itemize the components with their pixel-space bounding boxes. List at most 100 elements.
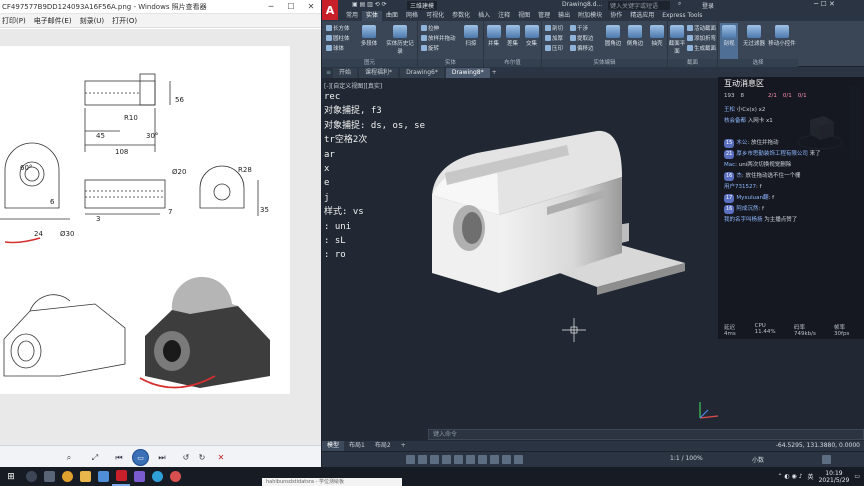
tab-express-tools[interactable]: Express Tools bbox=[658, 11, 706, 21]
polysolid-button[interactable]: 多段体 bbox=[358, 23, 380, 47]
tab-manage[interactable]: 管理 bbox=[534, 11, 554, 21]
tab-addins[interactable]: 附加模块 bbox=[574, 11, 606, 21]
chrome-icon[interactable] bbox=[58, 467, 76, 486]
selection-cycle-icon[interactable] bbox=[502, 455, 511, 464]
start-button[interactable]: ⊞ bbox=[0, 467, 22, 486]
extrude-button[interactable]: 拉伸 bbox=[421, 24, 439, 32]
imprint-button[interactable]: 压印 bbox=[545, 44, 563, 52]
shell-button[interactable]: 抽壳 bbox=[646, 23, 668, 47]
window-controls[interactable]: ─ ☐ ✕ bbox=[814, 0, 835, 8]
file-explorer-icon[interactable] bbox=[76, 467, 94, 486]
maximize-button[interactable]: ☐ bbox=[281, 0, 301, 14]
app-icon[interactable] bbox=[94, 467, 112, 486]
close-button[interactable]: ✕ bbox=[301, 0, 321, 14]
tab-surface[interactable]: 曲面 bbox=[382, 11, 402, 21]
doc-tab-drawing6[interactable]: Drawing6* bbox=[400, 67, 444, 78]
tab-home[interactable]: 常用 bbox=[342, 11, 362, 21]
add-layout-icon[interactable]: + bbox=[396, 441, 411, 451]
rotate-right-icon[interactable]: ↻ bbox=[196, 451, 208, 464]
ortho-icon[interactable] bbox=[430, 455, 439, 464]
media-icon[interactable] bbox=[148, 467, 166, 486]
slideshow-button[interactable]: ▭ bbox=[132, 449, 149, 466]
no-filter-button[interactable]: 无过滤器 bbox=[740, 23, 768, 47]
actual-size-icon[interactable]: ⤢ bbox=[89, 451, 101, 464]
app-menu-button[interactable]: A bbox=[322, 0, 338, 20]
tab-parametric[interactable]: 参数化 bbox=[448, 11, 474, 21]
sphere-button[interactable]: 球体 bbox=[326, 44, 344, 52]
otrack-icon[interactable] bbox=[466, 455, 475, 464]
user-login[interactable]: 登录 bbox=[702, 1, 714, 10]
chamfer-edge-button[interactable]: 倒角边 bbox=[624, 23, 646, 47]
tab-visualize[interactable]: 可视化 bbox=[422, 11, 448, 21]
add-jog-button[interactable]: 添加折弯 bbox=[687, 34, 716, 42]
doc-tab-start[interactable]: 开始 bbox=[333, 67, 358, 78]
move-gizmo-button[interactable]: 移动小控件 bbox=[768, 23, 796, 47]
clock[interactable]: 10:19 2021/5/29 bbox=[819, 470, 850, 484]
live-section-button[interactable]: 活动截面 bbox=[687, 24, 716, 32]
tab-mesh[interactable]: 网格 bbox=[402, 11, 422, 21]
section-plane-button[interactable]: 截面平面 bbox=[668, 23, 686, 55]
solid-history-button[interactable]: 实体历史记录 bbox=[384, 23, 416, 55]
menu-burn[interactable]: 刻录(U) bbox=[80, 16, 105, 26]
customize-icon[interactable] bbox=[822, 455, 831, 464]
search-icon[interactable] bbox=[22, 467, 40, 486]
grid-icon[interactable] bbox=[406, 455, 415, 464]
command-input[interactable]: 键入命令 bbox=[428, 429, 864, 440]
menu-print[interactable]: 打印(P) bbox=[2, 16, 26, 26]
menu-icon[interactable]: ≡ bbox=[326, 69, 331, 76]
previous-icon[interactable]: ⏮ bbox=[113, 451, 125, 464]
osnap-icon[interactable] bbox=[454, 455, 463, 464]
transparency-icon[interactable] bbox=[490, 455, 499, 464]
tab-solid[interactable]: 实体 bbox=[362, 11, 383, 21]
polar-icon[interactable] bbox=[442, 455, 451, 464]
cylinder-button[interactable]: 圆柱体 bbox=[326, 34, 350, 42]
revolve-button[interactable]: 旋转 bbox=[421, 44, 439, 52]
tab-output[interactable]: 输出 bbox=[554, 11, 574, 21]
section-view-button[interactable]: 剖视 bbox=[720, 23, 738, 59]
3d-solid-model[interactable] bbox=[417, 123, 697, 303]
extract-edges-button[interactable]: 提取边 bbox=[570, 34, 594, 42]
fillet-edge-button[interactable]: 圆角边 bbox=[602, 23, 624, 47]
delete-icon[interactable]: ✕ bbox=[215, 451, 227, 464]
quick-access-icons[interactable]: ▣ ▤ ▥ ⟲ ⟳ bbox=[352, 1, 387, 8]
snap-icon[interactable] bbox=[418, 455, 427, 464]
box-button[interactable]: 长方体 bbox=[326, 24, 350, 32]
presspull-button[interactable]: 放样并拖动 bbox=[421, 34, 456, 42]
intersect-button[interactable]: 交集 bbox=[522, 23, 541, 47]
lineweight-icon[interactable] bbox=[478, 455, 487, 464]
thicken-button[interactable]: 加厚 bbox=[545, 34, 563, 42]
zoom-icon[interactable]: ⌕ bbox=[62, 451, 76, 464]
offset-edge-button[interactable]: 偏移边 bbox=[570, 44, 594, 52]
3d-osnap-icon[interactable] bbox=[514, 455, 523, 464]
viewport-label[interactable]: [-][自定义视图][真实] bbox=[324, 81, 382, 90]
notification-icon[interactable]: ▭ bbox=[854, 473, 860, 480]
search-input[interactable]: 键入关键字或短语 bbox=[608, 1, 670, 10]
recorder-icon[interactable] bbox=[166, 467, 184, 486]
photos-icon[interactable] bbox=[130, 467, 148, 486]
union-button[interactable]: 并集 bbox=[484, 23, 503, 47]
tab-featured-apps[interactable]: 精选应用 bbox=[626, 11, 658, 21]
units-select[interactable]: 小数 bbox=[752, 455, 764, 464]
subtract-button[interactable]: 差集 bbox=[503, 23, 522, 47]
layout-tab-model[interactable]: 模型 bbox=[322, 441, 345, 451]
doc-tab-drawing8[interactable]: Drawing8* bbox=[445, 67, 490, 78]
new-tab-icon[interactable]: + bbox=[492, 69, 497, 76]
slice-button[interactable]: 剖切 bbox=[545, 24, 563, 32]
sweep-button[interactable]: 扫掠 bbox=[460, 23, 482, 47]
language-indicator[interactable]: 英 bbox=[808, 472, 814, 481]
workspace-select[interactable]: 三维建模 bbox=[407, 1, 438, 10]
rotate-left-icon[interactable]: ↺ bbox=[180, 451, 192, 464]
tab-annotate[interactable]: 注释 bbox=[494, 11, 514, 21]
doc-tab-course[interactable]: 课程福利* bbox=[359, 67, 399, 78]
task-view-icon[interactable] bbox=[40, 467, 58, 486]
minimize-button[interactable]: ─ bbox=[261, 0, 281, 14]
menu-email[interactable]: 电子邮件(E) bbox=[34, 16, 72, 26]
menu-open[interactable]: 打开(O) bbox=[112, 16, 137, 26]
tab-collaborate[interactable]: 协作 bbox=[606, 11, 626, 21]
search-icon[interactable]: ⌕ bbox=[678, 0, 681, 8]
tray-icons[interactable]: ⌃ ◐ ◉ ♪ bbox=[777, 473, 802, 480]
annotation-scale[interactable]: 1:1 / 100% bbox=[670, 455, 703, 462]
tab-insert[interactable]: 插入 bbox=[474, 11, 494, 21]
layout-tab-1[interactable]: 布局1 bbox=[344, 441, 370, 451]
next-icon[interactable]: ⏭ bbox=[156, 451, 168, 464]
